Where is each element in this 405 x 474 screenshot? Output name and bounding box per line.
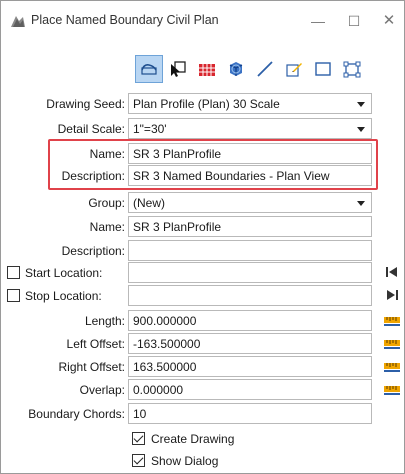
detail-scale-select[interactable]: 1"=30' <box>128 118 372 139</box>
name-top-field[interactable]: SR 3 PlanProfile <box>128 143 372 164</box>
window-title: Place Named Boundary Civil Plan <box>31 13 219 27</box>
app-icon <box>11 16 25 27</box>
rectangle-icon <box>315 62 331 76</box>
stop-location-field[interactable] <box>128 285 372 306</box>
group-label: Group: <box>88 196 125 210</box>
start-location-checkbox[interactable] <box>7 266 20 279</box>
start-location-field[interactable] <box>128 262 372 283</box>
chevron-down-icon <box>357 102 365 107</box>
right-offset-field[interactable]: 163.500000 <box>128 356 372 377</box>
start-location-label: Start Location: <box>25 266 103 280</box>
shape-points-icon <box>343 61 361 78</box>
edit-shape-icon <box>286 63 302 77</box>
group-value: (New) <box>133 196 165 210</box>
overlap-field[interactable]: 0.000000 <box>128 379 372 400</box>
tool-3d[interactable] <box>222 55 250 83</box>
length-field[interactable]: 900.000000 <box>128 310 372 331</box>
description-field[interactable] <box>128 240 372 261</box>
tool-shape-points[interactable] <box>338 55 366 83</box>
stop-location-checkbox[interactable] <box>7 289 20 302</box>
create-drawing-checkbox[interactable] <box>132 432 145 445</box>
start-location-icon[interactable] <box>383 265 401 279</box>
boundary-chords-field[interactable]: 10 <box>128 403 372 424</box>
chevron-down-icon <box>357 127 365 132</box>
minimize-button[interactable]: — <box>307 10 329 32</box>
boundary-chords-label: Boundary Chords: <box>28 407 125 421</box>
maximize-button[interactable]: ☐ <box>343 10 365 32</box>
place-named-boundary-dialog: Place Named Boundary Civil Plan — ☐ ✕ Dr… <box>0 0 405 474</box>
stop-location-label: Stop Location: <box>25 289 102 303</box>
civil-plan-tool-icon <box>141 64 157 75</box>
name-top-label: Name: <box>89 147 125 161</box>
method-toolbar <box>135 55 367 85</box>
stop-location-icon[interactable] <box>383 288 401 302</box>
show-dialog-label: Show Dialog <box>151 454 219 468</box>
detail-scale-label: Detail Scale: <box>57 122 125 136</box>
tool-civil-plan[interactable] <box>135 55 163 83</box>
group-select[interactable]: (New) <box>128 192 372 213</box>
select-element-icon <box>171 61 186 77</box>
3d-box-icon <box>229 62 243 76</box>
line-tool-icon <box>257 61 273 77</box>
description-top-field[interactable]: SR 3 Named Boundaries - Plan View <box>128 165 372 186</box>
measure-distance-icon[interactable] <box>383 336 401 350</box>
title-bar[interactable]: Place Named Boundary Civil Plan — ☐ ✕ <box>1 1 404 41</box>
left-offset-label: Left Offset: <box>66 337 125 351</box>
grid-table-icon <box>199 64 215 76</box>
tool-line[interactable] <box>251 55 279 83</box>
show-dialog-checkbox[interactable] <box>132 454 145 467</box>
measure-distance-icon[interactable] <box>383 382 401 396</box>
drawing-seed-value: Plan Profile (Plan) 30 Scale <box>133 97 280 111</box>
length-label: Length: <box>84 314 125 328</box>
right-offset-label: Right Offset: <box>58 360 125 374</box>
detail-scale-value: 1"=30' <box>133 122 167 136</box>
drawing-seed-label: Drawing Seed: <box>46 97 125 111</box>
tool-rectangle[interactable] <box>309 55 337 83</box>
drawing-seed-select[interactable]: Plan Profile (Plan) 30 Scale <box>128 93 372 114</box>
name-field[interactable]: SR 3 PlanProfile <box>128 216 372 237</box>
create-drawing-label: Create Drawing <box>151 432 235 446</box>
left-offset-field[interactable]: -163.500000 <box>128 333 372 354</box>
measure-distance-icon[interactable] <box>383 359 401 373</box>
overlap-label: Overlap: <box>79 383 125 397</box>
tool-edit-shape[interactable] <box>280 55 308 83</box>
name-label: Name: <box>89 220 125 234</box>
description-label: Description: <box>61 244 125 258</box>
description-top-label: Description: <box>61 169 125 183</box>
chevron-down-icon <box>357 201 365 206</box>
tool-grid[interactable] <box>193 55 221 83</box>
measure-distance-icon[interactable] <box>383 313 401 327</box>
close-button[interactable]: ✕ <box>378 10 400 32</box>
tool-select[interactable] <box>164 55 192 83</box>
